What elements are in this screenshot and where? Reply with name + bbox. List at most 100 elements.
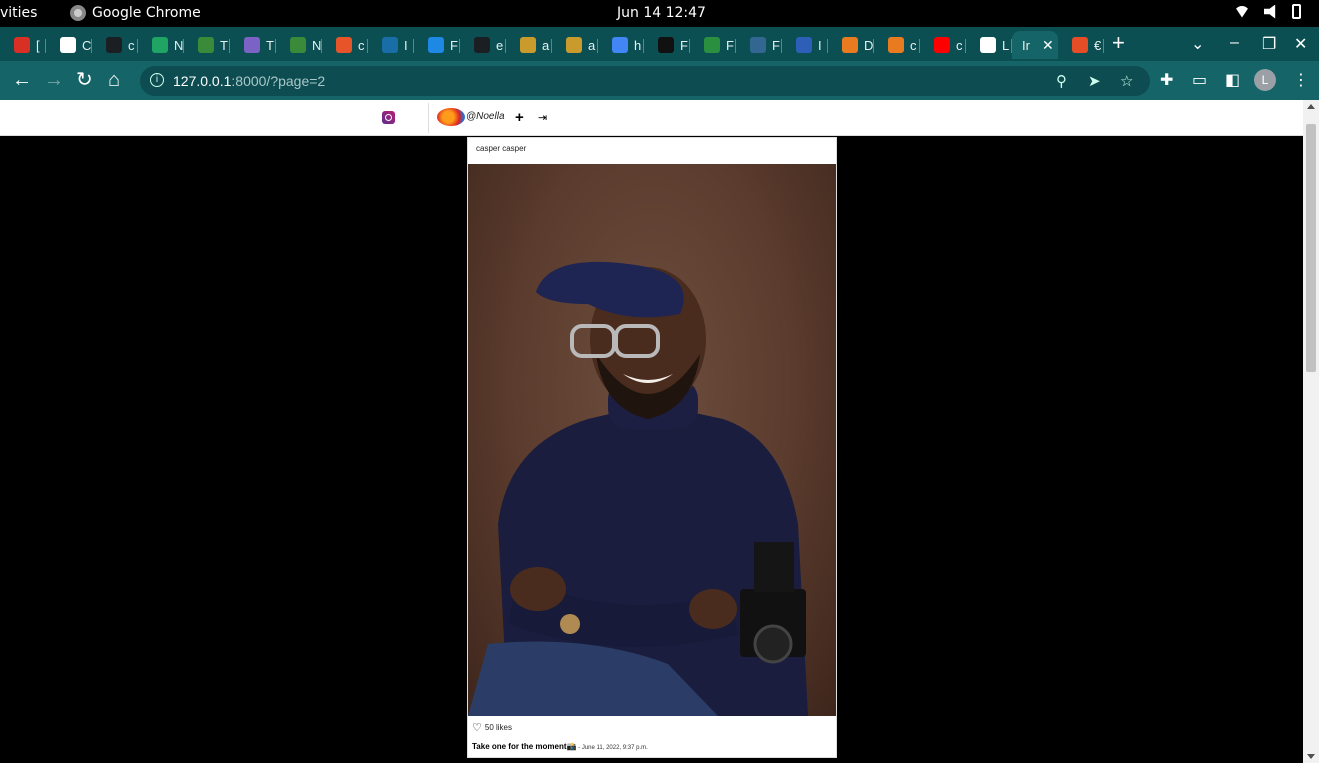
volume-icon: [1264, 4, 1276, 19]
tab-label: F: [772, 37, 780, 53]
tab-label: F: [450, 37, 458, 53]
app-name: Google Chrome: [92, 5, 201, 21]
tab-4[interactable]: T: [184, 31, 230, 59]
zoom-icon[interactable]: ⚲: [1056, 72, 1067, 90]
close-window-icon[interactable]: ✕: [1294, 34, 1307, 54]
tab-9[interactable]: F: [414, 31, 460, 59]
avatar[interactable]: [437, 108, 465, 126]
gmail-icon: [14, 37, 30, 53]
navbar-divider: [428, 103, 429, 133]
add-post-icon[interactable]: +: [515, 109, 524, 126]
menu-kebab-icon[interactable]: ⋮: [1293, 70, 1309, 90]
stack-icon: [842, 37, 858, 53]
close-tab-icon[interactable]: ✕: [1042, 37, 1054, 54]
tab-20[interactable]: c: [920, 31, 966, 59]
tab-label: C: [82, 37, 92, 53]
postgres-icon: [750, 37, 766, 53]
tab-label: e: [496, 37, 504, 53]
tab-1[interactable]: C: [46, 31, 92, 59]
instagram-icon[interactable]: [382, 111, 395, 124]
page-scrollbar[interactable]: [1303, 100, 1319, 763]
minimize-icon[interactable]: –: [1230, 34, 1239, 52]
caption-text: Take one for the moment: [472, 742, 567, 751]
reload-icon[interactable]: ↻: [76, 69, 93, 91]
tab-19[interactable]: c: [874, 31, 920, 59]
tab-label: T: [220, 37, 228, 53]
trophy-icon: [566, 37, 582, 53]
battery-icon: [1292, 4, 1301, 19]
maximize-icon[interactable]: ❐: [1262, 34, 1276, 54]
nav-username[interactable]: @Noella: [466, 111, 505, 122]
url-text[interactable]: 127.0.0.1:8000/?page=2: [173, 73, 325, 89]
app-menu[interactable]: Google Chrome: [70, 5, 201, 21]
tab-label: F: [726, 37, 734, 53]
cast-icon[interactable]: ▭: [1192, 70, 1207, 90]
site-info-icon[interactable]: i: [150, 73, 164, 87]
tab-21[interactable]: L: [966, 31, 1012, 59]
github-icon: [106, 37, 122, 53]
address-bar[interactable]: i 127.0.0.1:8000/?page=2 ⚲ ➤ ☆: [140, 66, 1150, 96]
tab-label: c: [358, 37, 365, 53]
clock[interactable]: Jun 14 12:47: [617, 5, 706, 21]
send-icon[interactable]: ➤: [1088, 72, 1101, 90]
new-tab-button[interactable]: +: [1112, 32, 1125, 54]
scrollbar-thumb[interactable]: [1306, 124, 1316, 372]
site-navbar: @Noella + ⇥: [0, 100, 1303, 136]
tab-2[interactable]: c: [92, 31, 138, 59]
tab-label: Ir: [1022, 37, 1030, 53]
tab-label: h: [634, 37, 642, 53]
tab-label: L: [1002, 37, 1010, 53]
tab-16[interactable]: F: [736, 31, 782, 59]
wifi-icon: [1234, 5, 1250, 18]
activities-button[interactable]: vities: [0, 5, 37, 21]
back-icon[interactable]: ←: [12, 69, 32, 91]
tab-6[interactable]: N: [276, 31, 322, 59]
tab-18[interactable]: D: [828, 31, 874, 59]
scroll-up-icon[interactable]: [1307, 104, 1315, 109]
tab-label: €: [1094, 37, 1102, 53]
globe-icon: [980, 37, 996, 53]
camera-flash: [754, 542, 794, 592]
tab-8[interactable]: I: [368, 31, 414, 59]
tab-14[interactable]: F: [644, 31, 690, 59]
tab-3[interactable]: N: [138, 31, 184, 59]
post-photo-illustration: [468, 261, 808, 716]
tab-17[interactable]: I: [782, 31, 828, 59]
tab-label: c: [128, 37, 135, 53]
tab-10[interactable]: e: [460, 31, 506, 59]
extensions-icon[interactable]: ✚: [1160, 70, 1173, 90]
post-photo[interactable]: [468, 164, 836, 716]
tab-22[interactable]: Ir ✕: [1012, 31, 1058, 59]
ask-icon: [336, 37, 352, 53]
browser-toolbar: ← → ↻ ⌂ i 127.0.0.1:8000/?page=2 ⚲ ➤ ☆ ✚…: [0, 61, 1319, 100]
palm-icon: [290, 37, 306, 53]
tab-11[interactable]: a: [506, 31, 552, 59]
tab-label: c: [956, 37, 963, 53]
watch-shape: [560, 614, 580, 634]
web-page: @Noella + ⇥ casper casper ♡ 50 likes Tak…: [0, 100, 1303, 763]
drive-icon: [152, 37, 168, 53]
system-tray[interactable]: [1234, 4, 1301, 19]
logout-icon[interactable]: ⇥: [538, 111, 547, 124]
tab-23[interactable]: €: [1058, 31, 1104, 59]
tab-12[interactable]: a: [552, 31, 598, 59]
scroll-down-icon[interactable]: [1307, 754, 1315, 759]
forward-icon[interactable]: →: [44, 69, 64, 91]
tab-separator: [1103, 39, 1104, 53]
tab-label: a: [542, 37, 550, 53]
heart-icon[interactable]: ♡: [472, 721, 482, 734]
tab-5[interactable]: T: [230, 31, 276, 59]
bookmark-star-icon[interactable]: ☆: [1120, 72, 1133, 90]
tab-13[interactable]: h: [598, 31, 644, 59]
os-top-bar: vities Google Chrome Jun 14 12:47: [0, 0, 1319, 27]
side-panel-icon[interactable]: ◧: [1225, 70, 1240, 90]
tab-7[interactable]: c: [322, 31, 368, 59]
profile-avatar[interactable]: L: [1254, 69, 1276, 91]
likes-row: ♡ 50 likes: [472, 721, 512, 734]
post-author[interactable]: casper casper: [476, 144, 526, 153]
tab-15[interactable]: F: [690, 31, 736, 59]
tab-label: I: [818, 37, 822, 53]
home-icon[interactable]: ⌂: [108, 69, 120, 91]
tab-0[interactable]: [: [0, 31, 46, 59]
tab-search-icon[interactable]: ⌄: [1191, 34, 1204, 54]
